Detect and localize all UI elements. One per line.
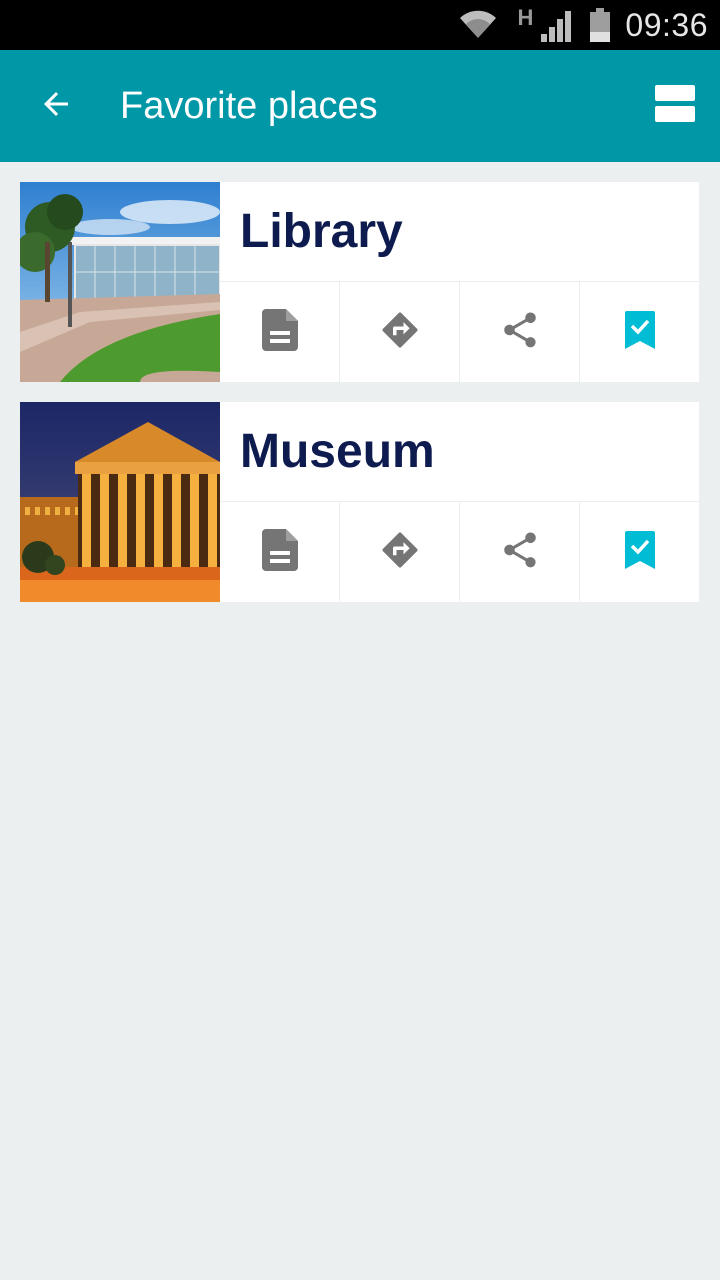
document-icon [261, 528, 298, 576]
bookmark-button[interactable] [580, 282, 699, 382]
signal-icon [539, 8, 575, 42]
wifi-icon [458, 10, 498, 40]
document-icon [261, 308, 298, 356]
bookmark-check-icon [624, 310, 655, 354]
share-button[interactable] [460, 282, 580, 382]
place-photo-museum [20, 402, 220, 602]
share-icon [499, 309, 541, 356]
network-type-label: H [517, 5, 534, 30]
details-button[interactable] [220, 282, 340, 382]
status-bar: H 09:36 [0, 0, 720, 50]
view-stream-icon [655, 84, 695, 128]
bookmark-check-icon [624, 530, 655, 574]
share-icon [499, 529, 541, 576]
place-name: Library [220, 182, 699, 282]
card-body: Library [220, 182, 699, 382]
back-button[interactable] [0, 50, 112, 162]
battery-icon [589, 8, 611, 42]
directions-button[interactable] [340, 282, 460, 382]
arrow-back-icon [38, 86, 74, 127]
clock: 09:36 [625, 6, 708, 43]
action-row [220, 282, 699, 382]
place-photo-library [20, 182, 220, 382]
page-title: Favorite places [120, 84, 378, 127]
favorites-list: Library Museum [20, 182, 700, 622]
place-name: Museum [220, 402, 699, 502]
view-toggle-button[interactable] [630, 50, 720, 162]
bookmark-button[interactable] [580, 502, 699, 602]
share-button[interactable] [460, 502, 580, 602]
place-card[interactable]: Library [20, 182, 699, 382]
app-bar: Favorite places [0, 50, 720, 162]
directions-button[interactable] [340, 502, 460, 602]
directions-icon [379, 529, 421, 576]
card-body: Museum [220, 402, 699, 602]
place-card[interactable]: Museum [20, 402, 699, 602]
directions-icon [379, 309, 421, 356]
details-button[interactable] [220, 502, 340, 602]
action-row [220, 502, 699, 602]
